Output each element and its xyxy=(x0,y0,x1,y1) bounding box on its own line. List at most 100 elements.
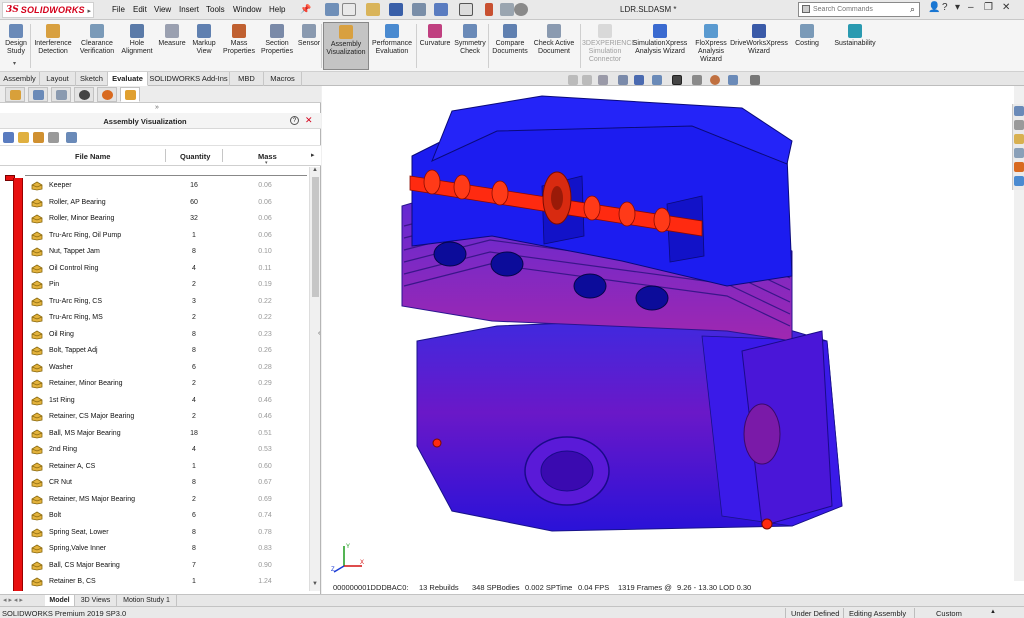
list-item[interactable]: 2nd Ring 4 0.53 xyxy=(0,442,310,459)
search-icon[interactable]: ⌕ xyxy=(910,4,915,15)
scroll-down-icon[interactable]: ▼ xyxy=(312,581,318,587)
search-input[interactable] xyxy=(813,3,905,16)
tab-mbd[interactable]: MBD xyxy=(230,72,264,86)
open-folder-icon[interactable] xyxy=(366,3,380,16)
driveworks-button[interactable]: DriveWorksXpress Wizard xyxy=(728,22,790,70)
engine-model[interactable] xyxy=(322,86,1014,581)
performance-button[interactable]: Performance Evaluation xyxy=(370,22,414,70)
save-list-icon[interactable] xyxy=(48,132,59,143)
list-item[interactable]: Roller, Minor Bearing 32 0.06 xyxy=(0,211,310,228)
file-explorer-icon[interactable] xyxy=(1014,134,1024,144)
new-document-icon[interactable] xyxy=(342,3,356,16)
menu-window[interactable]: Window xyxy=(233,5,261,14)
rebuild-icon[interactable] xyxy=(485,3,493,16)
interference-button[interactable]: Interference Detection xyxy=(32,22,74,70)
print-icon[interactable] xyxy=(412,3,426,16)
list-item[interactable]: Oil Ring 8 0.23 xyxy=(0,327,310,344)
edit-appearance-icon[interactable] xyxy=(710,75,720,85)
list-item[interactable]: Washer 6 0.28 xyxy=(0,360,310,377)
menu-edit[interactable]: Edit xyxy=(133,5,147,14)
tab-assembly-visualization[interactable] xyxy=(120,87,140,102)
unit-system[interactable]: Custom xyxy=(936,609,962,618)
solidworks-logo[interactable]: 3S SOLIDWORKS ▸ xyxy=(2,2,94,18)
options-gear-icon[interactable] xyxy=(514,3,528,16)
dynamic-annotation-icon[interactable] xyxy=(634,75,644,85)
list-item[interactable]: Ball, MS Major Bearing 18 0.51 xyxy=(0,426,310,443)
sustainability-button[interactable]: Sustainability xyxy=(832,22,878,70)
column-file-name[interactable]: File Name xyxy=(75,152,110,161)
group-icon[interactable] xyxy=(18,132,29,143)
list-item[interactable]: Retainer, CS Major Bearing 2 0.46 xyxy=(0,409,310,426)
list-item[interactable]: Retainer, MS Major Bearing 2 0.69 xyxy=(0,492,310,509)
panel-expand-icon[interactable]: » xyxy=(155,104,159,111)
list-item[interactable]: Retainer B, CS 1 1.24 xyxy=(0,574,310,591)
menu-help[interactable]: Help xyxy=(269,5,285,14)
column-divider[interactable] xyxy=(165,149,166,162)
search-commands[interactable]: ⌕ xyxy=(798,2,920,17)
help-icon[interactable]: ? xyxy=(290,116,299,125)
tab-evaluate[interactable]: Evaluate xyxy=(108,72,148,86)
graphics-area[interactable]: Y X Z xyxy=(322,86,1014,581)
sensor-button[interactable]: Sensor xyxy=(297,22,321,70)
solidworks-resources-icon[interactable] xyxy=(1014,106,1024,116)
list-view-icon[interactable] xyxy=(3,132,14,143)
symmetry-button[interactable]: Symmetry Check xyxy=(454,22,486,70)
tab-3d-views[interactable]: 3D Views xyxy=(75,595,117,606)
list-item[interactable]: Nut, Tappet Jam 8 0.10 xyxy=(0,244,310,261)
parts-icon[interactable] xyxy=(33,132,44,143)
view-orientation-icon[interactable] xyxy=(652,75,662,85)
list-item[interactable]: CR Nut 8 0.67 xyxy=(0,475,310,492)
list-item[interactable]: Bolt, Tappet Adj 8 0.26 xyxy=(0,343,310,360)
check-document-button[interactable]: Check Active Document xyxy=(532,22,576,70)
list-item[interactable]: Ball, CS Major Bearing 7 0.90 xyxy=(0,558,310,575)
tab-layout[interactable]: Layout xyxy=(40,72,76,86)
tab-sketch[interactable]: Sketch xyxy=(76,72,108,86)
save-icon[interactable] xyxy=(389,3,403,16)
list-item[interactable]: 1st Ring 4 0.46 xyxy=(0,393,310,410)
tab-solidworks-addins[interactable]: SOLIDWORKS Add-Ins xyxy=(148,72,230,86)
tab-motion-study-1[interactable]: Motion Study 1 xyxy=(117,595,177,606)
hide-show-items-icon[interactable] xyxy=(692,75,702,85)
menu-tools[interactable]: Tools xyxy=(206,5,225,14)
user-icon[interactable]: 👤 xyxy=(928,2,940,13)
view-settings-icon[interactable] xyxy=(750,75,760,85)
menu-file[interactable]: File xyxy=(112,5,125,14)
zoom-to-fit-icon[interactable] xyxy=(568,75,578,85)
mass-properties-button[interactable]: Mass Properties xyxy=(221,22,257,70)
assembly-visualization-button[interactable]: Assembly Visualization xyxy=(323,22,369,70)
tab-dimxpert-manager[interactable] xyxy=(74,87,94,102)
collapse-panel-icon[interactable]: ‹ xyxy=(318,330,320,337)
compare-button[interactable]: Compare Documents xyxy=(490,22,530,70)
chevron-right-icon[interactable]: ▸ xyxy=(311,151,315,159)
list-item[interactable]: Spring Seat, Lower 8 0.78 xyxy=(0,525,310,542)
tab-assembly[interactable]: Assembly xyxy=(0,72,40,86)
list-item[interactable]: Retainer A, CS 1 0.60 xyxy=(0,459,310,476)
close-window-icon[interactable]: ✕ xyxy=(1002,2,1010,13)
chevron-down-icon[interactable]: ▾ xyxy=(13,60,16,67)
tab-macros[interactable]: Macros xyxy=(264,72,302,86)
markup-button[interactable]: Markup View xyxy=(188,22,220,70)
display-style-icon[interactable] xyxy=(672,75,682,85)
design-library-icon[interactable] xyxy=(1014,120,1024,130)
help-icon[interactable]: ? xyxy=(942,2,948,13)
list-item[interactable]: Roller, AP Bearing 60 0.06 xyxy=(0,195,310,212)
appearances-icon[interactable] xyxy=(1014,162,1024,172)
floxpress-button[interactable]: FloXpress Analysis Wizard xyxy=(690,22,732,70)
list-item[interactable]: Bolt 6 0.74 xyxy=(0,508,310,525)
list-item[interactable]: Pin 2 0.19 xyxy=(0,277,310,294)
tab-property-manager[interactable] xyxy=(28,87,48,102)
minimize-icon[interactable]: – xyxy=(968,2,974,13)
tab-configuration-manager[interactable] xyxy=(51,87,71,102)
list-item[interactable]: Tru-Arc Ring, Oil Pump 1 0.06 xyxy=(0,228,310,245)
hole-alignment-button[interactable]: Hole Alignment xyxy=(120,22,154,70)
file-properties-icon[interactable] xyxy=(500,3,514,16)
units-dropdown-icon[interactable]: ▲ xyxy=(990,609,996,615)
pin-icon[interactable]: 📌 xyxy=(300,4,311,15)
costing-button[interactable]: Costing xyxy=(792,22,822,70)
column-divider[interactable] xyxy=(222,149,223,162)
list-scrollbar[interactable]: ▲ ▼ xyxy=(309,167,320,591)
custom-properties-icon[interactable] xyxy=(1014,176,1024,186)
list-item[interactable]: Oil Control Ring 4 0.11 xyxy=(0,261,310,278)
3dexperience-button[interactable]: 3DEXPERIENCE Simulation Connector xyxy=(582,22,636,70)
select-cursor-icon[interactable] xyxy=(459,3,473,16)
